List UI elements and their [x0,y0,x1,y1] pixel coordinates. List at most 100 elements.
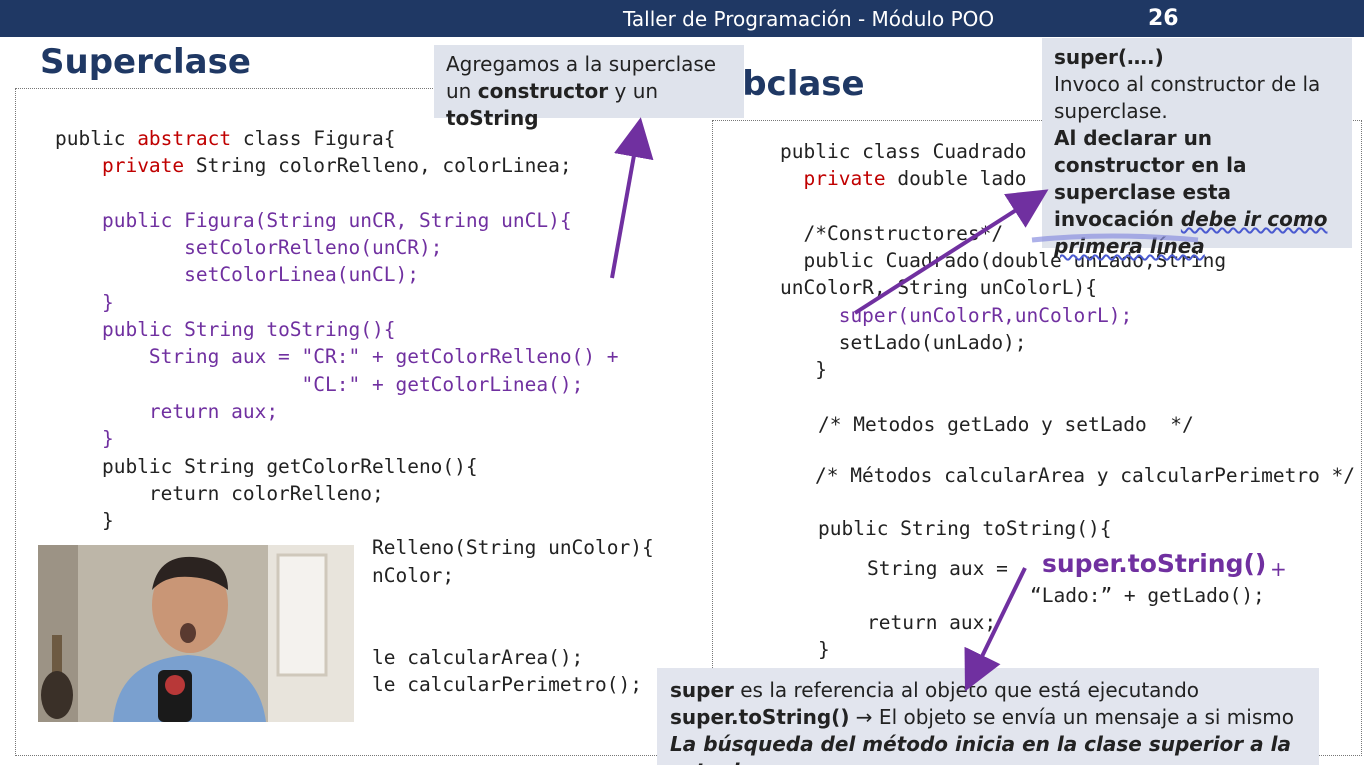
callout-b-body: Invoco al constructor de la superclase. [1054,72,1321,123]
code-line: } [55,289,654,316]
code-line: return aux; [867,609,996,636]
code-token: return colorRelleno; [55,481,384,505]
callout-c-super-keyword: super [670,678,734,702]
code-line: setColorLinea(unCL); [55,261,654,288]
code-line-lower: /* Metodos getLado y setLado */ [818,411,1194,438]
code-token: public Figura(String unCR, String unCL){ [101,208,572,232]
code-token: String aux = "CR:" + getColorRelleno() + [148,345,619,369]
code-line: String aux = "CR:" + getColorRelleno() + [55,343,654,370]
code-token: setColorRelleno(unCR); [184,236,443,260]
code-token: String colorRelleno, colorLinea; [184,154,572,178]
code-line: /* Metodos getLado y setLado */ [818,411,1194,438]
code-line: setLado(unLado); [780,329,1226,356]
code-line: } [55,507,654,534]
code-line: "CL:" + getColorLinea(); [55,371,654,398]
slide-header-bar: Taller de Programación - Módulo POO 26 [0,0,1364,37]
callout-c-line2: super.toString() → El objeto se envía un… [670,704,1306,731]
code-token: String aux = [867,557,1020,580]
callout-c-super-tostring: super.toString() [670,705,850,729]
code-token: setLado(unLado); [780,331,1027,355]
callout-a-text: un [446,79,478,103]
code-line: unColorR, String unColorL){ [780,274,1226,301]
code-line: public Figura(String unCR, String unCL){ [55,207,654,234]
code-token: } [101,290,114,314]
callout-a-bold-tostring: toString [446,106,539,130]
page-number: 26 [1148,6,1179,31]
callout-c-line2-text: → El objeto se envía un mensaje a si mis… [849,705,1294,729]
code-line-lower: String aux = [867,555,1020,582]
code-line: return aux; [55,398,654,425]
code-line-lower: /* Métodos calcularArea y calcularPerime… [815,462,1355,489]
code-token: abstract [137,127,232,150]
callout-c-line1: super es la referencia al objeto que est… [670,677,1306,704]
code-line-lower: } [818,636,830,663]
callout-a-bold-constructor: constructor [477,79,609,103]
super-tostring-label: super.toString() [1042,549,1267,578]
plus-sign: + [1270,557,1287,581]
callout-c-line3: La búsqueda del método inicia en la clas… [670,732,1291,765]
code-line: super(unColorR,unColorL); [780,302,1226,329]
code-token: unColorR, String unColorL){ [780,276,1097,300]
callout-c-line1-text: es la referencia al objeto que está ejec… [733,678,1200,702]
code-token: } [55,509,114,533]
code-token: } [818,638,830,661]
code-token: public [55,127,138,150]
superclass-heading: Superclase [40,42,251,82]
code-line: /* Métodos calcularArea y calcularPerime… [815,462,1355,489]
code-line: public String toString(){ [55,316,654,343]
presenter-image [38,545,354,722]
code-token: public String toString(){ [101,318,396,342]
constructor-tostring-callout: Agregamos a la superclase un constructor… [434,45,744,130]
code-line: String aux = [867,555,1020,582]
code-token: public String toString(){ [818,517,1112,540]
super-constructor-callout: super(….) Invoco al constructor de la su… [1042,38,1352,258]
code-line: setColorRelleno(unCR); [55,234,654,261]
code-line-lower: return aux; [867,609,996,636]
webcam-presenter-video [38,545,354,722]
callout-b-title: super(….) [1054,45,1164,69]
code-line: public String toString(){ [818,515,1112,542]
code-token: return aux; [867,611,997,634]
code-token: } [780,358,827,382]
code-line: } [55,425,654,452]
super-reference-callout: super es la referencia al objeto que est… [657,668,1319,765]
code-token: public class Cuadrado [780,140,1027,163]
code-line: private String colorRelleno, colorLinea; [55,152,654,179]
code-line: public String getColorRelleno(){ [55,453,654,480]
callout-b-rule: Al declarar un constructor en la supercl… [1054,125,1340,260]
code-token: private [101,154,185,178]
callout-a-line2: un constructor y un toString [446,78,732,132]
code-line-lower: “Lado:” + getLado(); [1030,582,1265,609]
code-token: private [803,167,886,191]
code-line: } [818,636,830,663]
code-token: public String getColorRelleno(){ [55,454,478,478]
code-token: double lado [885,167,1027,191]
course-title: Taller de Programación - Módulo POO [623,7,995,31]
code-line: “Lado:” + getLado(); [1030,582,1265,609]
callout-a-text-mid: y un [608,79,659,103]
code-token: } [101,427,114,451]
code-token: setColorLinea(unCL); [184,263,419,287]
code-token: class Figura{ [231,127,396,150]
code-line: return colorRelleno; [55,480,654,507]
code-token: super(unColorR,unColorL); [838,303,1133,327]
code-line-lower: public String toString(){ [818,515,1112,542]
code-token: "CL:" + getColorLinea(); [301,372,584,396]
code-token: return aux; [148,399,279,423]
code-token: “Lado:” + getLado(); [1030,584,1265,607]
code-token: /*Constructores*/ [780,221,1004,245]
code-token: /* Métodos calcularArea y calcularPerime… [815,464,1356,487]
code-line: } [780,356,1226,383]
